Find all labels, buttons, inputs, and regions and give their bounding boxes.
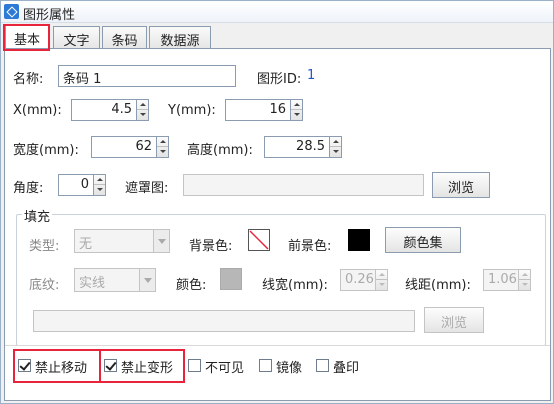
mirror-checkbox[interactable]: 镜像 xyxy=(259,357,311,376)
line-width-field[interactable]: 0.26 xyxy=(340,269,376,291)
fill-group-title: 填充 xyxy=(22,206,53,225)
name-field[interactable]: 条码 1 xyxy=(58,65,236,87)
tab-text[interactable]: 文字 xyxy=(53,26,100,49)
width-decrement-icon[interactable] xyxy=(157,147,168,157)
background-color-label: 背景色: xyxy=(189,239,233,254)
x-decrement-icon[interactable] xyxy=(137,110,148,120)
overprint-checkbox[interactable]: 叠印 xyxy=(316,357,368,376)
height-field[interactable]: 28.5 xyxy=(264,136,330,158)
chevron-down-icon[interactable] xyxy=(153,230,169,252)
height-increment-icon[interactable] xyxy=(330,137,341,147)
invisible-checkbox[interactable]: 不可见 xyxy=(188,357,252,376)
foreground-color-swatch[interactable] xyxy=(348,229,370,251)
overprint-label: 叠印 xyxy=(333,361,360,376)
y-spinner[interactable] xyxy=(290,99,303,121)
height-label: 高度(mm): xyxy=(187,143,253,158)
line-width-increment-icon[interactable] xyxy=(376,270,387,280)
fill-type-select[interactable]: 无 xyxy=(74,229,170,253)
angle-decrement-icon[interactable] xyxy=(94,185,105,195)
line-spacing-increment-icon[interactable] xyxy=(519,270,530,280)
divider xyxy=(5,345,550,346)
lock-resize-checkbox[interactable]: 禁止变形 xyxy=(104,357,188,376)
x-label: X(mm): xyxy=(13,103,62,118)
y-label: Y(mm): xyxy=(168,103,216,118)
background-color-swatch[interactable] xyxy=(248,229,270,251)
checkbox-checked-icon[interactable] xyxy=(104,359,117,372)
checkbox-unchecked-icon[interactable] xyxy=(188,359,201,372)
lock-resize-label: 禁止变形 xyxy=(121,361,174,376)
y-decrement-icon[interactable] xyxy=(291,110,302,120)
fill-image-path-field[interactable] xyxy=(33,310,415,332)
window-title: 图形属性 xyxy=(23,8,76,23)
invisible-label: 不可见 xyxy=(205,361,245,376)
mirror-label: 镜像 xyxy=(276,361,303,376)
texture-label: 底纹: xyxy=(29,278,60,293)
app-icon xyxy=(4,4,19,19)
line-spacing-decrement-icon[interactable] xyxy=(519,280,530,290)
width-increment-icon[interactable] xyxy=(157,137,168,147)
checkbox-unchecked-icon[interactable] xyxy=(316,359,329,372)
no-color-icon xyxy=(249,230,269,250)
shape-id-value: 1 xyxy=(307,68,316,83)
texture-color-label: 颜色: xyxy=(176,278,207,293)
properties-dialog: 图形属性 基本 文字 条码 数据源 名称: 条码 1 图形ID: 1 X(mm)… xyxy=(0,0,554,404)
line-width-spinner[interactable] xyxy=(375,269,388,291)
texture-color-swatch[interactable] xyxy=(220,268,242,290)
y-increment-icon[interactable] xyxy=(291,100,302,110)
mask-browse-button[interactable]: 浏览 xyxy=(432,172,490,198)
width-label: 宽度(mm): xyxy=(13,143,79,158)
title-bar: 图形属性 xyxy=(1,1,553,23)
height-decrement-icon[interactable] xyxy=(330,147,341,157)
shape-id-label: 图形ID: xyxy=(257,72,302,87)
mask-path-field[interactable] xyxy=(183,174,424,196)
tab-basic[interactable]: 基本 xyxy=(5,25,49,49)
foreground-color-label: 前景色: xyxy=(288,239,332,254)
fill-browse-button[interactable]: 浏览 xyxy=(424,307,484,333)
width-field[interactable]: 62 xyxy=(91,136,157,158)
angle-spinner[interactable] xyxy=(93,174,106,196)
line-spacing-spinner[interactable] xyxy=(518,269,531,291)
checkbox-checked-icon[interactable] xyxy=(18,359,31,372)
width-spinner[interactable] xyxy=(156,136,169,158)
line-spacing-label: 线距(mm): xyxy=(405,278,471,293)
mask-label: 遮罩图: xyxy=(125,181,169,196)
y-field[interactable]: 16 xyxy=(225,99,291,121)
tab-datasource[interactable]: 数据源 xyxy=(149,26,211,49)
checkbox-unchecked-icon[interactable] xyxy=(259,359,272,372)
lock-move-label: 禁止移动 xyxy=(35,361,88,376)
tab-barcode[interactable]: 条码 xyxy=(102,26,147,49)
texture-value: 实线 xyxy=(79,276,106,291)
angle-field[interactable]: 0 xyxy=(58,174,94,196)
x-increment-icon[interactable] xyxy=(137,100,148,110)
angle-increment-icon[interactable] xyxy=(94,175,105,185)
fill-type-value: 无 xyxy=(79,237,93,252)
angle-label: 角度: xyxy=(13,181,44,196)
chevron-down-icon[interactable] xyxy=(139,269,155,291)
lock-move-checkbox[interactable]: 禁止移动 xyxy=(18,357,102,376)
line-width-decrement-icon[interactable] xyxy=(376,280,387,290)
texture-select[interactable]: 实线 xyxy=(74,268,156,292)
x-spinner[interactable] xyxy=(136,99,149,121)
name-label: 名称: xyxy=(13,72,44,87)
line-spacing-field[interactable]: 1.06 xyxy=(483,269,519,291)
x-field[interactable]: 4.5 xyxy=(71,99,137,121)
height-spinner[interactable] xyxy=(329,136,342,158)
line-width-label: 线宽(mm): xyxy=(262,278,328,293)
color-set-button[interactable]: 颜色集 xyxy=(385,227,461,253)
fill-type-label: 类型: xyxy=(29,239,60,254)
